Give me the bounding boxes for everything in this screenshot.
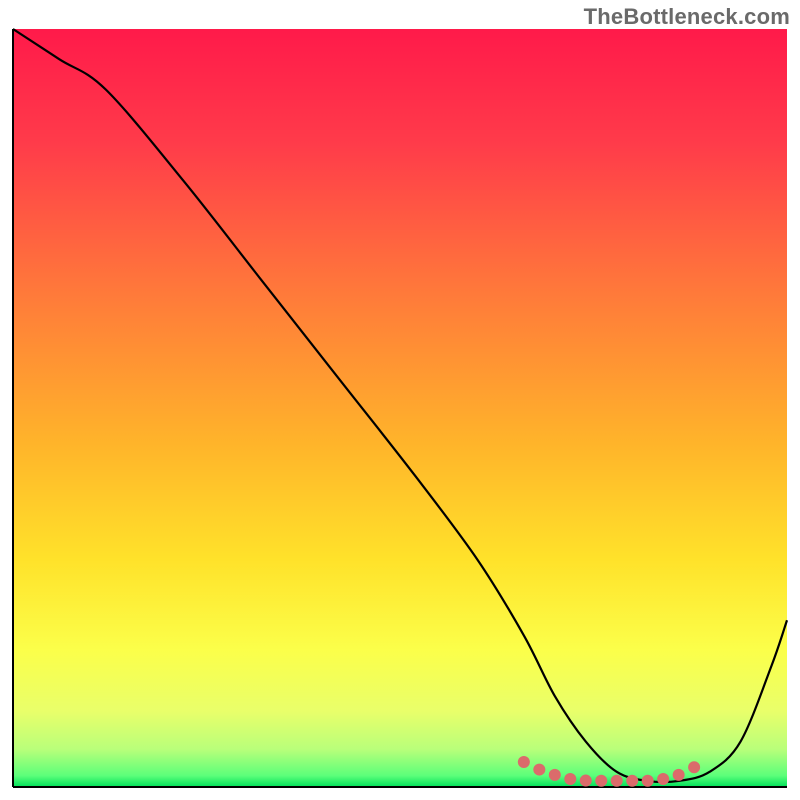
optimal-marker — [673, 769, 685, 781]
optimal-marker — [657, 773, 669, 785]
optimal-marker — [533, 764, 545, 776]
optimal-marker — [611, 775, 623, 787]
optimal-marker — [564, 773, 576, 785]
optimal-marker — [518, 756, 530, 768]
optimal-marker — [595, 775, 607, 787]
optimal-marker — [626, 775, 638, 787]
optimal-marker — [580, 775, 592, 787]
watermark-label: TheBottleneck.com — [584, 4, 790, 30]
optimal-marker — [642, 775, 654, 787]
plot-background — [13, 29, 787, 787]
optimal-marker — [688, 761, 700, 773]
chart-container: TheBottleneck.com — [0, 0, 800, 800]
bottleneck-chart — [0, 0, 800, 800]
optimal-marker — [549, 769, 561, 781]
